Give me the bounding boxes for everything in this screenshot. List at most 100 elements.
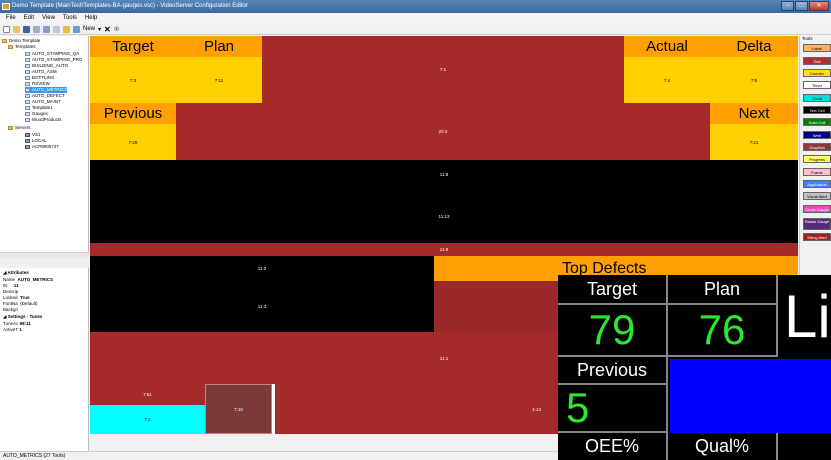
center-top-cell[interactable]: 7:1 — [262, 36, 624, 103]
menu-file[interactable]: File — [6, 13, 16, 24]
previous-header[interactable]: Previous — [90, 103, 176, 124]
tree-template-item[interactable]: WoodProducts — [25, 117, 61, 123]
tool-frame[interactable]: Frame — [803, 168, 831, 176]
template-icon — [25, 69, 30, 74]
tree-templates-folder[interactable]: Templates — [8, 44, 36, 50]
next-cell[interactable]: 7:21 — [710, 124, 798, 160]
save-icon[interactable] — [23, 25, 30, 33]
overlay-partial-text: Li — [784, 282, 831, 350]
black-cell-4[interactable]: 11:3 — [90, 281, 434, 332]
menu-view[interactable]: View — [42, 13, 55, 24]
folder-icon — [2, 38, 7, 43]
thin-red-row[interactable]: 11:9 — [90, 243, 798, 256]
tool-progress[interactable]: Progress — [803, 155, 831, 163]
plan-cell[interactable]: 7:11 — [176, 57, 262, 103]
tool-label[interactable]: Label — [803, 44, 831, 52]
menu-bar: File Edit View Tools Help — [0, 13, 831, 24]
tool-graphics[interactable]: Graphics — [803, 143, 831, 151]
tree-panel: Demo Template Templates AUTO_STAMPING_QA… — [0, 36, 89, 256]
delete-icon[interactable]: ✕ — [104, 25, 111, 34]
close-button[interactable]: ✕ — [809, 1, 829, 11]
template-icon — [25, 99, 30, 104]
target-header[interactable]: Target — [90, 36, 176, 57]
tool-clock[interactable]: Clock — [803, 94, 831, 102]
menu-tools[interactable]: Tools — [63, 13, 77, 24]
actual-cell[interactable]: 7:4 — [624, 57, 710, 103]
middle-cell[interactable]: 20:3 — [176, 103, 710, 160]
tool-application[interactable]: Application — [803, 180, 831, 188]
settings-header[interactable]: ◢ Settings - Tunes — [3, 314, 42, 320]
black-cell-3[interactable]: 11:2 — [90, 256, 434, 281]
tool-radial-gauge[interactable]: Radial Gauge — [803, 218, 831, 230]
server-icon — [25, 144, 30, 149]
settings-icon[interactable]: ⊕ — [114, 25, 120, 33]
delta-cell[interactable]: 7:5 — [710, 57, 798, 103]
tool-web[interactable]: Web — [803, 131, 831, 139]
tool-timer[interactable]: Timer — [803, 81, 831, 89]
next-header[interactable]: Next — [710, 103, 798, 124]
property-row[interactable]: ActiveT 1 — [3, 327, 22, 333]
dropdown-arrow-icon[interactable]: ▾ — [98, 26, 101, 33]
new-item-icon[interactable] — [73, 25, 80, 33]
delta-header[interactable]: Delta — [710, 36, 798, 57]
window-title: Demo Template (MainTest\Templates-BA-gau… — [12, 3, 248, 9]
overlay-oee-label: OEE% — [558, 433, 668, 460]
menu-edit[interactable]: Edit — [24, 13, 34, 24]
previous-cell[interactable]: 7:20 — [90, 124, 176, 160]
plan-header[interactable]: Plan — [176, 36, 262, 57]
dashboard-preview-overlay: Target Plan 79 76 Li Previous 5 OEE% Qua… — [558, 275, 831, 460]
tree-horizontal-scrollbar[interactable] — [0, 252, 89, 258]
tool-text[interactable]: Text — [803, 57, 831, 65]
template-icon — [25, 87, 30, 92]
tree-server-item[interactable]: ACP8000747 — [25, 144, 59, 150]
overlay-target-label: Target — [558, 275, 668, 305]
template-icon — [25, 75, 30, 80]
tools-title: Tools — [802, 36, 813, 41]
tool-circle-gauge[interactable]: Circle Gauge — [803, 205, 831, 213]
overlay-plan-value: 76 — [668, 305, 778, 357]
minimize-button[interactable]: – — [781, 1, 794, 11]
template-icon — [25, 57, 30, 62]
property-row[interactable]: Backgn — [3, 307, 18, 313]
open-folder-icon[interactable] — [13, 25, 20, 33]
template-icon — [25, 117, 30, 122]
app-icon — [2, 3, 10, 10]
tool-solid-cell[interactable]: Solid Cell — [803, 118, 831, 126]
properties-panel: ◢ Attributes Name AUTO_METRICS ID 11 Des… — [0, 268, 89, 451]
tool-counter[interactable]: Counter — [803, 69, 831, 77]
overlay-qual-label: Qual% — [668, 433, 778, 460]
template-icon — [25, 93, 30, 98]
paste-icon[interactable] — [53, 25, 60, 33]
template-icon — [25, 111, 30, 116]
toolbar: New ▾ ✕ ⊕ — [0, 24, 831, 35]
black-row-1[interactable]: 11:8 — [90, 160, 798, 189]
menu-help[interactable]: Help — [85, 13, 97, 24]
template-icon — [25, 105, 30, 110]
lock-icon[interactable] — [63, 25, 70, 33]
new-button[interactable]: New — [83, 26, 95, 32]
overlay-plan-label: Plan — [668, 275, 778, 305]
tool-text-cell[interactable]: Text Cell — [803, 106, 831, 114]
overlay-blue-panel — [670, 359, 831, 433]
maximize-button[interactable]: □ — [795, 1, 808, 11]
bottom-left-cell[interactable]: 7:51 — [90, 384, 205, 405]
overlay-previous-label: Previous — [558, 357, 668, 385]
server-icon — [25, 138, 30, 143]
black-row-2[interactable]: 11:13 — [90, 189, 798, 243]
template-icon — [25, 63, 30, 68]
brown-cell[interactable]: 7:10 — [205, 384, 272, 434]
new-file-icon[interactable] — [3, 25, 10, 33]
tree-servers-folder[interactable]: Servers — [8, 125, 31, 131]
cyan-cell[interactable]: 7:2 — [90, 405, 205, 434]
template-icon — [25, 51, 30, 56]
title-bar: Demo Template (MainTest\Templates-BA-gau… — [0, 0, 831, 13]
target-cell[interactable]: 7:3 — [90, 57, 176, 103]
attributes-header[interactable]: ◢ Attributes — [3, 270, 29, 276]
tool-string-alert[interactable]: String Alert — [803, 233, 831, 241]
copy-icon[interactable] — [43, 25, 50, 33]
server-icon — [25, 132, 30, 137]
actual-header[interactable]: Actual — [624, 36, 710, 57]
tool-visual-alert[interactable]: Visual Alert — [803, 192, 831, 200]
search-icon[interactable] — [33, 25, 40, 33]
status-text: AUTO_METRICS (27 Tools) — [3, 453, 66, 459]
